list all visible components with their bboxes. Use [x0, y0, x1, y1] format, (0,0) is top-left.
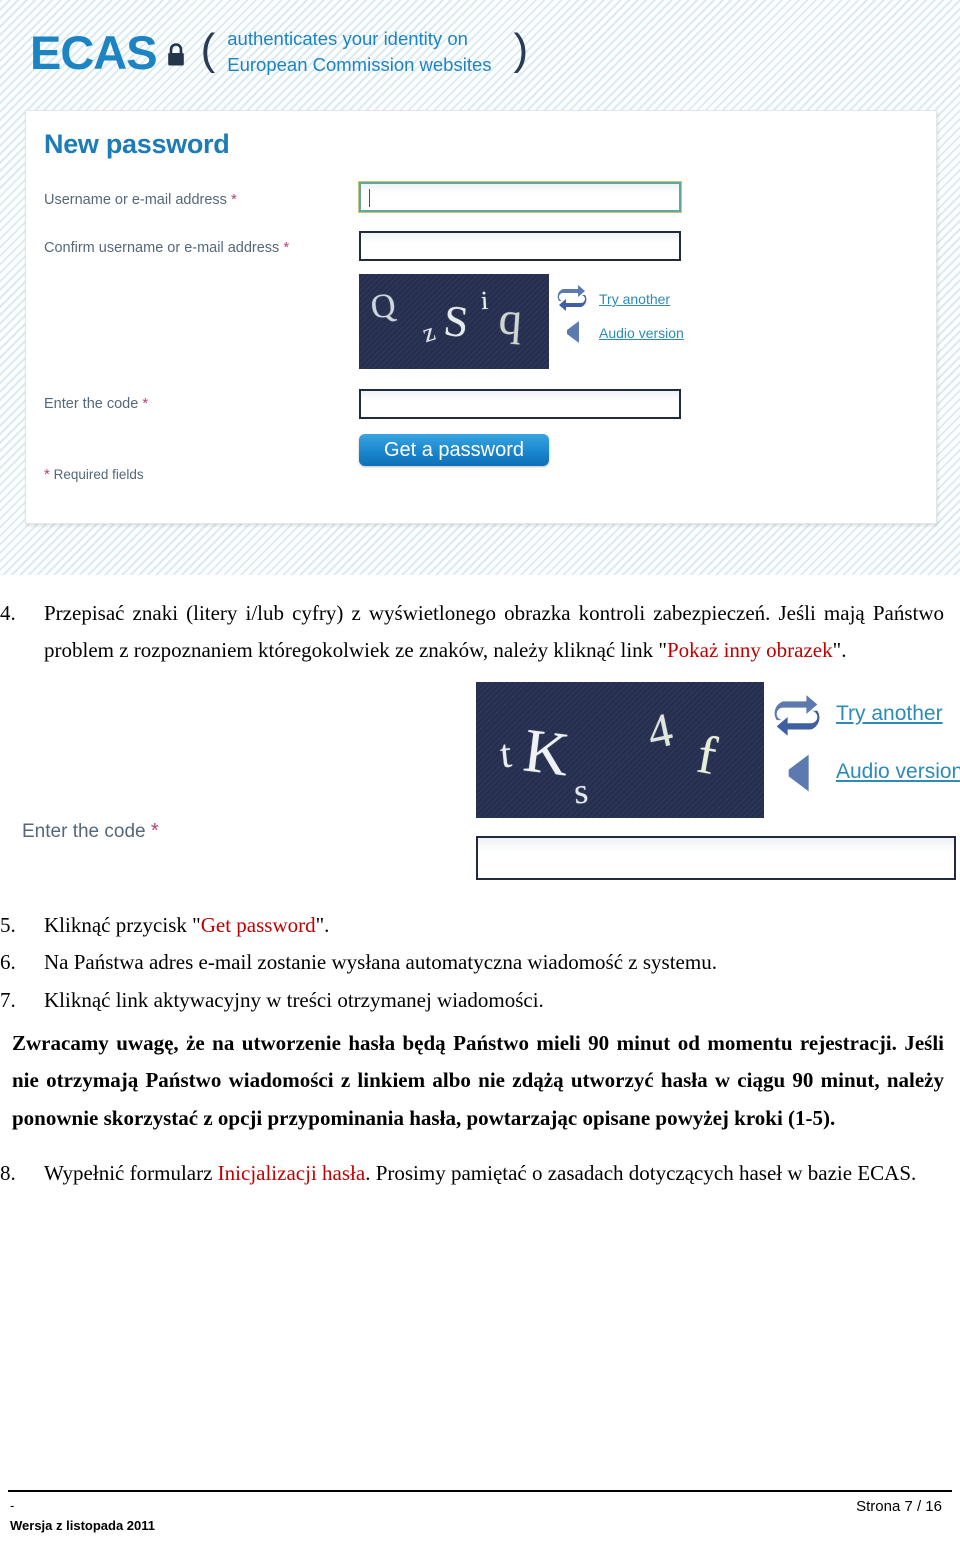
tagline-line-1: authenticates your identity on — [227, 28, 468, 50]
list-item-number: 7. — [0, 987, 16, 1012]
ecas-tagline: authenticates your identity on European … — [227, 26, 491, 77]
try-another-link[interactable]: Try another — [599, 291, 670, 307]
audio-version-link[interactable]: Audio version — [599, 325, 684, 341]
code-input[interactable] — [359, 389, 681, 419]
list-item: 7. Kliknąć link aktywacyjny w treści otr… — [0, 982, 960, 1019]
text-run: ". — [315, 912, 330, 937]
captcha-image: Q z S i q — [359, 274, 549, 369]
try-another-link-2[interactable]: Try another — [836, 702, 943, 726]
username-label-text: Username or e-mail address — [44, 192, 227, 208]
text-run: . Prosimy pamiętać o zasadach dotyczącyc… — [365, 1161, 917, 1185]
ecas-wordmark: ECAS — [30, 25, 158, 79]
confirm-username-input[interactable] — [359, 231, 681, 261]
captcha-image-2: t K s 4 f — [476, 681, 764, 818]
figure2-enter-code-label-text: Enter the code — [22, 820, 146, 842]
required-asterisk: * — [142, 395, 149, 412]
list-item: 5. Kliknąć przycisk "Get password". — [0, 907, 960, 944]
captcha-char: z — [418, 316, 439, 349]
audio-version-icon[interactable] — [775, 748, 819, 803]
new-password-card: New password Username or e-mail address … — [25, 110, 937, 524]
lock-icon — [157, 36, 187, 68]
list-item-text: Na Państwa adres e-mail zostanie wysłana… — [44, 950, 717, 975]
enter-code-label-text: Enter the code — [44, 396, 139, 412]
inline-link-text[interactable]: Get password — [201, 913, 316, 937]
inline-link-text[interactable]: Inicjalizacji hasła — [218, 1161, 366, 1185]
tagline-line-2: European Commission websites — [227, 54, 492, 75]
required-asterisk: * — [230, 191, 237, 208]
document-body: 4. Przepisać znaki (litery i/lub cyfry) … — [0, 575, 960, 1192]
captcha-figure-2: Enter the code * t K s 4 f Try another A… — [0, 670, 960, 905]
enter-code-label: Enter the code * — [44, 395, 148, 412]
paren-close: ) — [513, 25, 529, 74]
footer-page-number: Strona 7 / 16 — [856, 1498, 942, 1515]
captcha-char: t — [497, 730, 514, 777]
username-input[interactable] — [358, 181, 682, 213]
list-item-text: Wypełnić formularz Inicjalizacji hasła. … — [44, 1155, 944, 1192]
text-run: Wypełnić formularz — [44, 1161, 218, 1185]
required-asterisk: * — [150, 819, 159, 842]
page-title: New password — [44, 129, 230, 159]
captcha-char: K — [520, 716, 573, 790]
list-item-number: 5. — [0, 912, 16, 937]
captcha-char: s — [572, 770, 590, 812]
list-item-text: Kliknąć link aktywacyjny w treści otrzym… — [44, 987, 544, 1012]
username-label: Username or e-mail address * — [44, 191, 237, 208]
list-item-number: 6. — [0, 950, 16, 975]
confirm-username-label-text: Confirm username or e-mail address — [44, 240, 280, 256]
try-another-icon[interactable] — [556, 283, 588, 320]
audio-version-link-2[interactable]: Audio version — [836, 760, 960, 784]
list-item: 8. Wypełnić formularz Inicjalizacji hasł… — [0, 1155, 960, 1192]
captcha-char: q — [497, 292, 524, 345]
list-item: 6. Na Państwa adres e-mail zostanie wysł… — [0, 944, 960, 981]
list-item-text: Kliknąć przycisk "Get password". — [44, 907, 944, 944]
captcha-char: S — [441, 295, 471, 348]
captcha-char: Q — [368, 286, 398, 327]
footer-version-text: Wersja z listopada 2011 — [10, 1518, 155, 1533]
list-item-text: Przepisać znaki (litery i/lub cyfry) z w… — [44, 595, 944, 670]
captcha-char: i — [480, 285, 489, 316]
footer-divider — [8, 1490, 952, 1492]
text-run: ". — [832, 638, 847, 663]
note-paragraph: Zwracamy uwagę, że na utworzenie hasła b… — [12, 1030, 944, 1130]
required-note-asterisk: * — [44, 466, 50, 483]
paren-open: ( — [200, 25, 216, 74]
footer-dash: - — [10, 1498, 15, 1513]
audio-version-icon[interactable] — [559, 317, 585, 352]
ecas-screenshot-figure: ECAS ( authenticates your identity on Eu… — [0, 0, 960, 575]
captcha-char: 4 — [642, 702, 678, 760]
list-item-number: 8. — [0, 1161, 16, 1185]
required-fields-note: * Required fields — [44, 466, 144, 483]
required-asterisk: * — [283, 239, 290, 256]
code-input-2[interactable] — [476, 835, 956, 880]
confirm-username-label: Confirm username or e-mail address * — [44, 239, 289, 256]
list-item: 4. Przepisać znaki (litery i/lub cyfry) … — [0, 595, 960, 670]
list-item-number: 4. — [0, 601, 16, 625]
required-fields-text: Required fields — [53, 467, 144, 482]
text-run: Kliknąć przycisk " — [44, 912, 201, 937]
captcha-char: f — [692, 723, 722, 786]
ecas-branding-header: ECAS ( authenticates your identity on Eu… — [30, 18, 528, 86]
text-caret — [369, 189, 370, 207]
get-a-password-button[interactable]: Get a password — [359, 434, 549, 466]
figure2-enter-code-label: Enter the code * — [22, 820, 159, 843]
try-another-icon[interactable] — [772, 692, 822, 747]
inline-link-text[interactable]: Pokaż inny obrazek — [667, 638, 833, 662]
